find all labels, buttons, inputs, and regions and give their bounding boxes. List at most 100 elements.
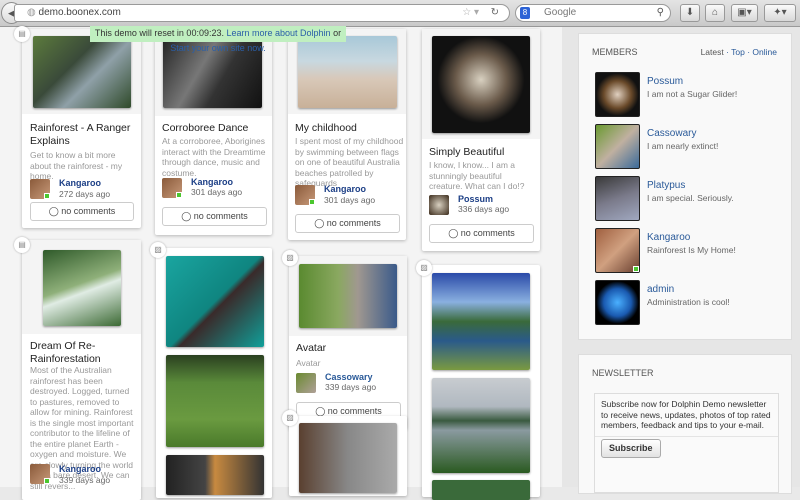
post-title[interactable]: Dream Of Re-Rainforestation <box>30 340 136 366</box>
author-avatar[interactable] <box>296 373 316 393</box>
magnifier-icon: ⚲ <box>656 7 664 18</box>
comments-label: no comments <box>61 206 116 216</box>
member-avatar[interactable] <box>595 228 640 273</box>
photo[interactable] <box>166 455 264 495</box>
photo[interactable] <box>166 256 264 347</box>
photo-card[interactable] <box>289 416 407 496</box>
photo-post-icon: ▨ <box>282 410 298 426</box>
blog-post-icon: ▤ <box>14 26 30 42</box>
tab-online[interactable]: Online <box>752 47 777 57</box>
photo[interactable] <box>166 355 264 447</box>
post-title[interactable]: Rainforest - A Ranger Explains <box>30 122 136 148</box>
member-name[interactable]: Platypus <box>647 180 685 191</box>
post-image[interactable] <box>299 264 397 328</box>
member-status: I am special. Seriously. <box>647 193 734 203</box>
comments-button[interactable]: ◯ no comments <box>429 224 534 243</box>
comments-label: no comments <box>326 218 381 228</box>
browser-toolbar: ◀ ◍ demo.boonex.com ☆ ▾ ↻ 8 Google ⚲ ⬇ ⌂ ▣▾ … <box>0 0 800 27</box>
member-avatar[interactable] <box>595 124 640 169</box>
photo-post-icon: ▨ <box>416 260 432 276</box>
post-image[interactable] <box>432 36 530 133</box>
post-date: 301 days ago <box>324 195 376 205</box>
post-card[interactable]: Avatar Avatar Cassowary 339 days ago ◯ n… <box>289 256 407 429</box>
online-indicator <box>633 266 639 272</box>
addon-menu-icon[interactable]: ✦▾ <box>764 4 796 22</box>
member-item[interactable]: Kangaroo Rainforest Is My Home! <box>595 228 795 276</box>
subscribe-button[interactable]: Subscribe <box>601 439 661 458</box>
member-item[interactable]: Cassowary I am nearly extinct! <box>595 124 795 172</box>
member-status: Rainforest Is My Home! <box>647 245 736 255</box>
photo[interactable] <box>432 480 530 500</box>
reload-icon[interactable]: ↻ <box>491 5 499 21</box>
comments-button[interactable]: ◯ no comments <box>30 202 134 221</box>
photo[interactable] <box>299 423 397 493</box>
author-avatar[interactable] <box>162 178 182 198</box>
author-avatar[interactable] <box>30 464 50 484</box>
post-image[interactable] <box>43 250 121 326</box>
demo-reset-banner: This demo will reset in 00:09:23. Learn … <box>90 26 346 53</box>
post-description: At a corroboree, Aborigines interact wit… <box>162 136 266 178</box>
member-avatar[interactable] <box>595 280 640 325</box>
comments-label: no comments <box>460 228 515 238</box>
comments-button[interactable]: ◯ no comments <box>162 207 267 226</box>
newsletter-panel: Subscribe now for Dolphin Demo newslette… <box>594 393 779 493</box>
post-title[interactable]: Simply Beautiful <box>429 146 504 159</box>
member-item[interactable]: admin Administration is cool! <box>595 280 795 328</box>
post-card[interactable]: Rainforest - A Ranger Explains Get to kn… <box>22 29 141 228</box>
post-date: 339 days ago <box>325 382 377 392</box>
photo[interactable] <box>432 378 530 473</box>
post-title[interactable]: My childhood <box>295 122 403 135</box>
post-card[interactable]: Simply Beautiful I know, I know... I am … <box>422 29 540 251</box>
blog-post-icon: ▤ <box>14 237 30 253</box>
post-card[interactable]: Dream Of Re-Rainforestation Most of the … <box>22 240 141 500</box>
author-name[interactable]: Kangaroo <box>59 464 101 474</box>
member-name[interactable]: admin <box>647 284 674 295</box>
start-site-link[interactable]: Start your own site now. <box>170 43 266 53</box>
post-title[interactable]: Corroboree Dance <box>162 122 268 135</box>
online-indicator <box>309 199 315 205</box>
author-name[interactable]: Kangaroo <box>191 177 233 187</box>
post-image[interactable] <box>33 36 131 108</box>
learn-more-link[interactable]: Learn more about Dolphin <box>227 28 331 38</box>
bookmarks-menu-icon[interactable]: ▣▾ <box>731 4 758 22</box>
member-item[interactable]: Possum I am not a Sugar Glider! <box>595 72 795 120</box>
post-date: 301 days ago <box>191 187 243 197</box>
author-avatar[interactable] <box>295 185 315 205</box>
or-text: or <box>330 28 342 38</box>
url-bar[interactable]: ◍ demo.boonex.com ☆ ▾ ↻ <box>14 4 510 22</box>
author-avatar[interactable] <box>429 195 449 215</box>
members-tabs: Latest · Top · Online <box>701 47 777 57</box>
post-image[interactable] <box>298 36 397 108</box>
member-avatar[interactable] <box>595 72 640 117</box>
post-date: 339 days ago <box>59 475 111 485</box>
author-name[interactable]: Kangaroo <box>59 178 101 188</box>
post-card[interactable]: My childhood I spent most of my childhoo… <box>288 29 406 240</box>
post-date: 272 days ago <box>59 189 111 199</box>
search-input[interactable]: 8 Google ⚲ <box>515 4 671 22</box>
author-name[interactable]: Kangaroo <box>324 184 366 194</box>
post-description: Get to know a bit more about the rainfor… <box>30 150 123 181</box>
photo[interactable] <box>432 273 530 370</box>
tab-top[interactable]: Top <box>731 47 745 57</box>
download-icon[interactable]: ⬇ <box>680 4 700 22</box>
member-avatar[interactable] <box>595 176 640 221</box>
comment-icon: ◯ <box>314 218 327 228</box>
member-name[interactable]: Kangaroo <box>647 232 690 243</box>
post-card[interactable]: Corroboree Dance At a corroboree, Aborig… <box>155 29 272 235</box>
author-name[interactable]: Possum <box>458 194 493 204</box>
member-name[interactable]: Cassowary <box>647 128 696 139</box>
member-name[interactable]: Possum <box>647 76 683 87</box>
post-title[interactable]: Avatar <box>296 342 326 355</box>
photo-card[interactable] <box>422 265 540 500</box>
author-avatar[interactable] <box>30 179 50 199</box>
tab-latest[interactable]: Latest <box>701 47 724 57</box>
comment-icon: ◯ <box>48 206 62 216</box>
home-icon[interactable]: ⌂ <box>705 4 725 22</box>
bookmark-star-icon[interactable]: ☆ ▾ <box>462 5 479 21</box>
member-item[interactable]: Platypus I am special. Seriously. <box>595 176 795 224</box>
author-name[interactable]: Cassowary <box>325 372 373 382</box>
photo-card[interactable] <box>156 248 272 498</box>
comments-label: no comments <box>193 211 248 221</box>
comments-button[interactable]: ◯ no comments <box>295 214 400 233</box>
post-description: I spent most of my childhood by swimming… <box>295 136 404 188</box>
